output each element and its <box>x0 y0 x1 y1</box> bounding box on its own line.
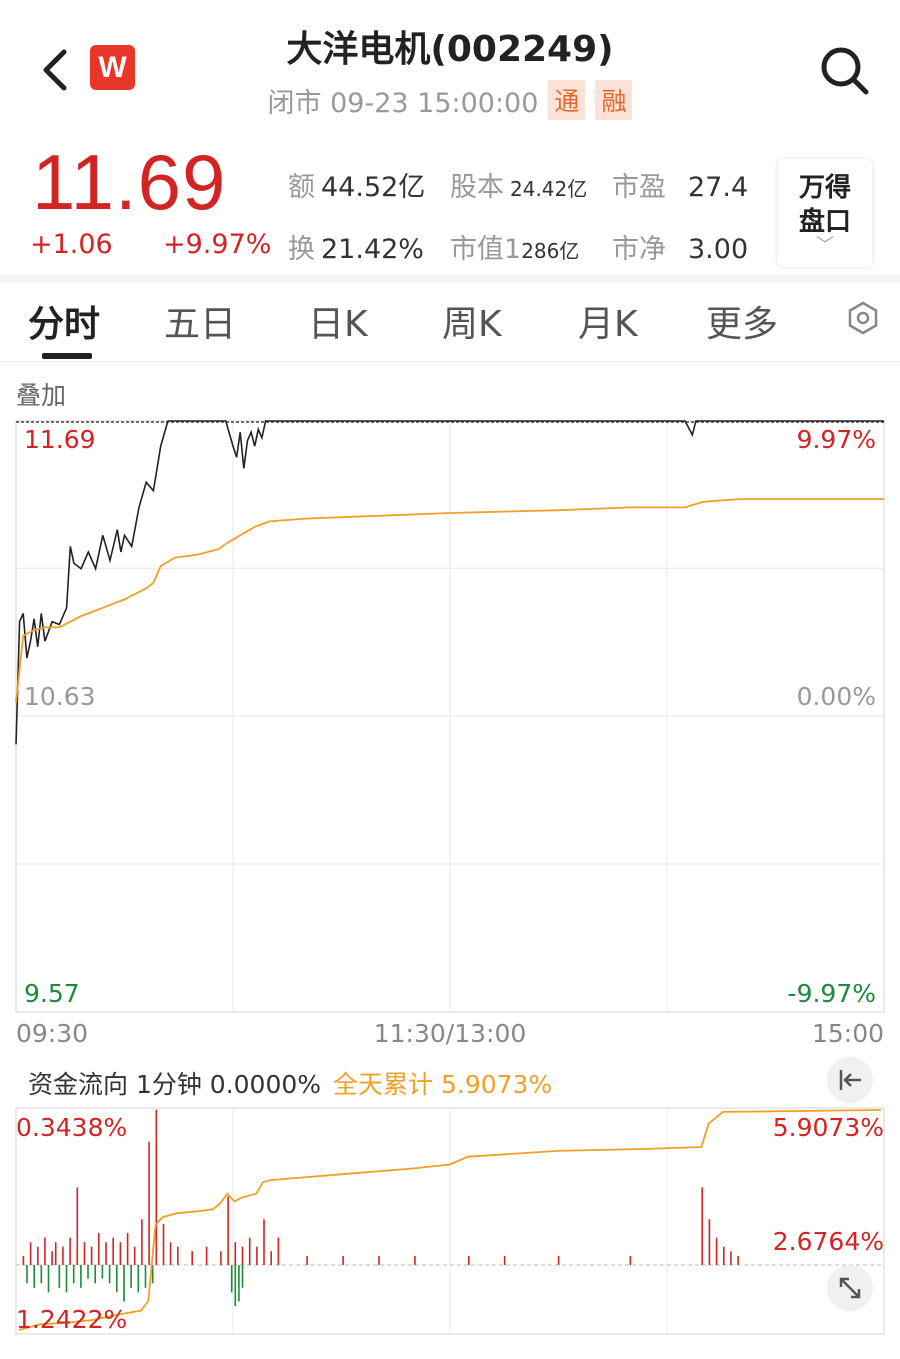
time-label-close: 15:00 <box>812 1019 884 1048</box>
flow-cumulative-line <box>18 1109 882 1331</box>
flow-grid <box>16 1108 884 1334</box>
flow-bar-in-34 <box>306 1255 308 1265</box>
flow-bar-out-3 <box>47 1265 50 1293</box>
time-label-midday: 11:30/13:00 <box>374 1019 527 1048</box>
flow-bar-in-42 <box>701 1187 703 1265</box>
flow-bar-out-7 <box>80 1265 82 1288</box>
flow-bar-out-9 <box>94 1265 96 1284</box>
collapse-left-button[interactable] <box>827 1057 873 1103</box>
capital-flow-header: 资金流向 1分钟 0.0000% 全天累计 5.9073% <box>28 1065 552 1101</box>
flow-bar-in-27 <box>234 1242 237 1265</box>
pct-axis-mid: 0.00% <box>797 682 876 711</box>
pct-axis-top: 9.97% <box>797 425 876 454</box>
flow-bar-in-1 <box>29 1242 32 1265</box>
flow-bar-in-20 <box>162 1223 165 1265</box>
flow-bar-in-21 <box>169 1242 172 1265</box>
flow-bar-out-12 <box>116 1265 118 1293</box>
chart-grid <box>16 421 884 1012</box>
flow-bar-out-5 <box>65 1265 68 1293</box>
flow-bar-in-5 <box>54 1242 57 1265</box>
time-label-open: 09:30 <box>16 1019 88 1048</box>
flow-bar-out-2 <box>40 1265 43 1284</box>
flow-bar-in-11 <box>98 1233 100 1265</box>
flow-bar-in-9 <box>83 1242 86 1265</box>
price-axis-top: 11.69 <box>24 425 96 454</box>
flow-bar-out-16 <box>144 1265 147 1288</box>
flow-cumulative-polyline <box>18 1109 882 1331</box>
expand-button[interactable] <box>827 1265 873 1311</box>
flow-bar-in-3 <box>44 1237 46 1265</box>
flow-axis-right-mid: 2.6764% <box>773 1227 884 1256</box>
flow-bar-in-2 <box>37 1246 39 1265</box>
flow-frame <box>15 1107 885 1335</box>
flow-bar-in-31 <box>263 1219 265 1265</box>
flow-bar-out-10 <box>101 1265 104 1279</box>
flow-bar-out-13 <box>123 1265 125 1302</box>
flow-bar-in-17 <box>141 1219 143 1265</box>
flow-bars <box>22 1109 739 1307</box>
price-axis-mid: 10.63 <box>24 682 96 711</box>
flow-bar-in-40 <box>557 1255 560 1265</box>
capital-flow-minute: 资金流向 1分钟 0.0000% <box>28 1070 322 1099</box>
flow-bar-in-15 <box>126 1233 129 1265</box>
intraday-chart[interactable]: 11.69 10.63 9.57 9.97% 0.00% -9.97% 09:3… <box>0 0 900 1050</box>
capital-flow-cumulative: 全天累计 5.9073% <box>333 1070 553 1099</box>
flow-bar-in-13 <box>112 1237 114 1265</box>
flow-bar-out-6 <box>72 1265 75 1284</box>
flow-bar-out-15 <box>137 1265 140 1293</box>
flow-bar-in-32 <box>270 1251 272 1265</box>
flow-bar-in-7 <box>69 1237 71 1265</box>
flow-bar-in-10 <box>90 1246 93 1265</box>
flow-bar-in-45 <box>723 1246 725 1265</box>
flow-bar-in-38 <box>468 1255 470 1265</box>
flow-bar-in-6 <box>62 1246 64 1265</box>
flow-axis-right-top: 5.9073% <box>773 1113 884 1142</box>
flow-axis-top: 0.3438% <box>16 1113 127 1142</box>
flow-bar-out-17 <box>151 1265 154 1284</box>
flow-bar-out-11 <box>108 1265 111 1284</box>
flow-bar-out-8 <box>87 1265 89 1279</box>
flow-bar-out-18 <box>230 1265 233 1293</box>
flow-bar-in-29 <box>248 1237 251 1265</box>
flow-bar-in-36 <box>378 1255 380 1265</box>
price-axis-bottom: 9.57 <box>24 979 80 1008</box>
flow-bar-in-25 <box>220 1251 222 1265</box>
flow-bar-out-14 <box>130 1265 132 1288</box>
flow-axis-left-bottom: 1.2422% <box>16 1305 127 1334</box>
flow-bar-out-4 <box>58 1265 61 1288</box>
flow-bar-out-19 <box>234 1265 237 1307</box>
pct-axis-bottom: -9.97% <box>788 979 876 1008</box>
flow-bar-in-16 <box>133 1246 136 1265</box>
flow-bar-in-47 <box>737 1255 739 1265</box>
flow-bar-in-0 <box>22 1255 25 1265</box>
flow-bar-in-22 <box>177 1246 179 1265</box>
flow-bar-out-1 <box>33 1265 35 1288</box>
flow-bar-out-20 <box>238 1265 240 1302</box>
flow-bar-in-30 <box>256 1246 258 1265</box>
flow-bar-in-44 <box>715 1237 718 1265</box>
flow-bar-out-21 <box>241 1265 244 1288</box>
flow-bar-in-28 <box>241 1246 244 1265</box>
flow-bar-in-37 <box>414 1255 416 1265</box>
flow-bar-in-23 <box>191 1251 193 1265</box>
flow-bar-in-12 <box>105 1242 107 1265</box>
flow-bar-in-39 <box>503 1255 506 1265</box>
flow-bar-in-8 <box>76 1187 79 1265</box>
flow-bar-in-41 <box>629 1255 632 1265</box>
flow-bar-in-24 <box>205 1246 208 1265</box>
flow-bar-in-43 <box>708 1219 711 1265</box>
flow-bar-in-35 <box>342 1255 344 1265</box>
flow-bar-out-0 <box>26 1265 28 1284</box>
flow-bar-in-4 <box>51 1251 53 1265</box>
collapse-left-icon <box>839 1070 861 1090</box>
flow-bar-in-14 <box>119 1242 122 1265</box>
expand-icon <box>839 1277 861 1299</box>
flow-bar-in-26 <box>227 1196 229 1265</box>
flow-bar-in-19 <box>155 1109 158 1265</box>
flow-bar-in-33 <box>277 1237 280 1265</box>
flow-bar-in-18 <box>148 1141 150 1265</box>
flow-bar-in-46 <box>730 1251 732 1265</box>
